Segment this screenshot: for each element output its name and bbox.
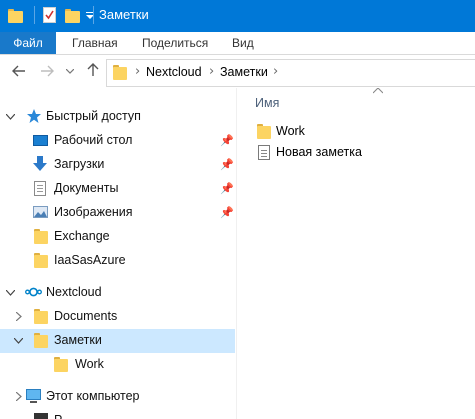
navigation-pane: Быстрый доступ Рабочий стол 📌 Загрузки 📌… <box>0 88 236 419</box>
nav-label: Загрузки <box>54 157 105 171</box>
back-arrow-icon[interactable] <box>12 65 26 77</box>
nav-item-partial[interactable]: Р <box>0 409 235 419</box>
nav-item-iaasasazure[interactable]: IaaSasAzure <box>0 249 235 273</box>
nav-this-pc[interactable]: Этот компьютер <box>0 385 235 409</box>
nav-label: Р <box>54 413 62 419</box>
content-pane: Имя Work Новая заметка <box>237 88 475 419</box>
nav-label: Документы <box>54 181 119 195</box>
nav-item-downloads[interactable]: Загрузки 📌 <box>0 153 235 177</box>
nav-label: IaaSasAzure <box>54 253 126 267</box>
up-arrow-icon[interactable] <box>87 63 99 77</box>
chevron-right-icon[interactable] <box>16 312 22 321</box>
tab-view[interactable]: Вид <box>232 32 254 54</box>
desktop-icon <box>33 135 48 146</box>
tab-file[interactable]: Файл <box>0 32 56 54</box>
nav-label: Изображения <box>54 205 133 219</box>
nav-quick-access[interactable]: Быстрый доступ <box>0 105 235 129</box>
breadcrumb-nextcloud[interactable]: Nextcloud <box>146 65 202 79</box>
folder-icon <box>54 357 68 372</box>
breadcrumb-separator[interactable]: › <box>209 64 214 79</box>
folder-icon[interactable] <box>8 7 23 23</box>
recent-locations-icon[interactable] <box>66 69 74 74</box>
text-file-icon <box>258 145 270 160</box>
forward-arrow-icon[interactable] <box>40 65 54 77</box>
folder-icon <box>257 124 271 139</box>
nav-item-exchange[interactable]: Exchange <box>0 225 235 249</box>
nav-item-pictures[interactable]: Изображения 📌 <box>0 201 235 225</box>
nav-label: Documents <box>54 309 118 323</box>
breadcrumb-separator[interactable]: › <box>273 64 278 79</box>
nav-item-documents[interactable]: Документы 📌 <box>0 177 235 201</box>
computer-icon <box>26 389 41 400</box>
folder-icon <box>34 309 48 324</box>
pin-icon[interactable]: 📌 <box>220 158 234 171</box>
star-icon <box>27 109 41 123</box>
folder-icon <box>113 65 127 80</box>
chevron-down-icon[interactable] <box>6 114 15 120</box>
pin-icon[interactable]: 📌 <box>220 206 234 219</box>
nav-label: Заметки <box>54 333 102 347</box>
tab-share[interactable]: Поделиться <box>142 32 208 54</box>
file-name: Work <box>276 124 305 138</box>
nav-label: Work <box>75 357 104 371</box>
file-row[interactable]: Work <box>255 122 455 142</box>
address-bar[interactable]: › Nextcloud › Заметки › <box>106 59 475 87</box>
window-title: Заметки <box>99 7 149 22</box>
divider <box>34 6 35 24</box>
nav-item-notes-selected[interactable]: Заметки <box>0 329 235 353</box>
properties-icon[interactable] <box>43 7 56 23</box>
download-arrow-icon <box>33 156 47 171</box>
chevron-right-icon[interactable] <box>16 392 22 401</box>
document-icon <box>34 181 46 196</box>
chevron-down-icon[interactable] <box>14 338 23 344</box>
nextcloud-icon <box>25 287 42 297</box>
sort-up-icon[interactable] <box>373 88 383 94</box>
file-row[interactable]: Новая заметка <box>255 143 455 163</box>
address-row: › Nextcloud › Заметки › <box>0 55 475 88</box>
nav-label: Рабочий стол <box>54 133 133 147</box>
folder-icon <box>34 253 48 268</box>
breadcrumb-separator[interactable]: › <box>135 64 140 79</box>
drive-icon <box>34 413 48 419</box>
folder-icon <box>34 229 48 244</box>
pin-icon[interactable]: 📌 <box>220 134 234 147</box>
nav-label: Этот компьютер <box>46 389 140 403</box>
nav-label: Nextcloud <box>46 285 102 299</box>
file-name: Новая заметка <box>276 145 362 159</box>
nav-item-desktop[interactable]: Рабочий стол 📌 <box>0 129 235 153</box>
breadcrumb-notes[interactable]: Заметки <box>220 65 268 79</box>
nav-nextcloud[interactable]: Nextcloud <box>0 281 235 305</box>
chevron-down-icon[interactable] <box>6 290 15 296</box>
ribbon: Файл Главная Поделиться Вид <box>0 32 475 55</box>
computer-stand <box>30 401 37 403</box>
new-folder-icon[interactable] <box>65 7 80 23</box>
nav-label: Exchange <box>54 229 110 243</box>
nav-label: Быстрый доступ <box>46 109 141 123</box>
divider <box>93 6 94 24</box>
folder-icon <box>34 333 48 348</box>
nav-item-work[interactable]: Work <box>0 353 235 377</box>
tab-home[interactable]: Главная <box>72 32 118 54</box>
pin-icon[interactable]: 📌 <box>220 182 234 195</box>
column-header-name[interactable]: Имя <box>255 96 279 110</box>
nav-item-documents-folder[interactable]: Documents <box>0 305 235 329</box>
title-bar: Заметки <box>0 0 475 32</box>
pictures-icon <box>33 206 48 218</box>
